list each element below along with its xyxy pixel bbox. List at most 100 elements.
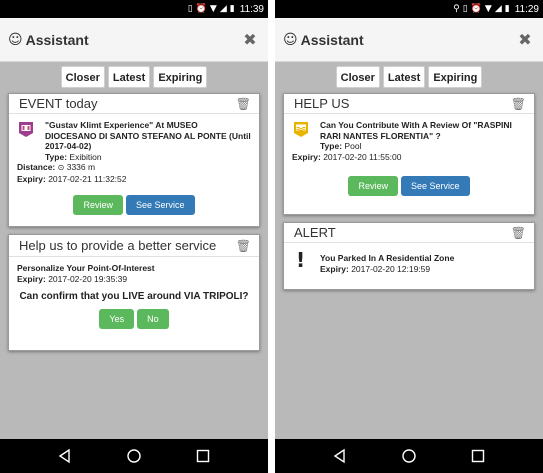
museum-icon xyxy=(19,122,33,137)
status-bar: ▯ ⏰ ▼ ◢ ▮ 11:39 xyxy=(0,0,268,18)
filter-bar: Closer Latest Expiring xyxy=(0,66,268,88)
recents-icon[interactable] xyxy=(467,445,489,467)
event-card-heading: EVENT today xyxy=(19,96,98,111)
status-time: 11:29 xyxy=(514,3,539,15)
distance-value: 3336 m xyxy=(66,162,96,172)
status-bar: ⚲ ▯ ⏰ ▼ ◢ ▮ 11:29 xyxy=(275,0,543,18)
close-icon[interactable]: ✖ xyxy=(515,30,535,49)
alert-card-header: ALERT 🗑 xyxy=(284,223,534,243)
question-actions: Yes No xyxy=(17,308,251,329)
yes-button[interactable]: Yes xyxy=(99,308,135,329)
type-value: Exibition xyxy=(69,151,102,162)
filter-latest-button[interactable]: Latest xyxy=(382,66,426,88)
type-value: Pool xyxy=(344,141,362,151)
app-title: Assistant xyxy=(25,31,89,48)
alert-card-heading: ALERT xyxy=(294,225,336,240)
event-expiry: Expiry: 2017-02-21 11:32:52 xyxy=(17,174,251,185)
expiry-label: Expiry: xyxy=(320,263,349,274)
app-title: Assistant xyxy=(300,31,364,48)
alert-expiry: Expiry: 2017-02-20 12:19:59 xyxy=(320,264,526,275)
type-label: Type: xyxy=(320,141,343,151)
signal-icon: ◢ xyxy=(494,3,502,14)
app-header: ☺ Assistant ✖ xyxy=(275,18,543,62)
smile-icon: ☺ xyxy=(283,31,298,48)
expiry-value: 2017-02-20 19:35:39 xyxy=(48,273,128,284)
wifi-icon: ▼ xyxy=(209,3,217,14)
event-type: Type: Exibition xyxy=(45,152,251,163)
expiry-value: 2017-02-20 11:55:00 xyxy=(323,151,402,162)
trash-icon[interactable]: 🗑 xyxy=(236,239,251,253)
helpus-card-header: HELP US 🗑 xyxy=(284,94,534,114)
trash-icon[interactable]: 🗑 xyxy=(511,97,526,111)
battery-icon: ▮ xyxy=(229,3,235,14)
poi-title: Personalize Your Point-Of-Interest xyxy=(17,263,155,273)
helpus-type: Type: Pool xyxy=(320,141,526,152)
expiry-label: Expiry: xyxy=(17,273,46,284)
filter-latest-button[interactable]: Latest xyxy=(107,66,151,88)
back-icon[interactable] xyxy=(329,445,351,467)
feedback-card: Help us to provide a better service 🗑 Pe… xyxy=(8,234,260,351)
see-service-button[interactable]: See Service xyxy=(400,176,470,196)
trash-icon[interactable]: 🗑 xyxy=(236,97,251,111)
home-icon[interactable] xyxy=(398,445,420,467)
helpus-item: Can You Contribute With A Review Of "RAS… xyxy=(284,114,534,196)
feedback-card-header: Help us to provide a better service 🗑 xyxy=(9,235,259,257)
feedback-expiry: Expiry: 2017-02-20 19:35:39 xyxy=(17,274,251,285)
alert-title: You Parked In A Residential Zone xyxy=(320,253,455,263)
expiry-value: 2017-02-20 12:19:59 xyxy=(351,263,431,274)
recents-icon[interactable] xyxy=(192,445,214,467)
alarm-icon: ⏰ xyxy=(195,3,207,14)
filter-closer-button[interactable]: Closer xyxy=(60,66,105,88)
event-title: "Gustav Klimt Experience" At MUSEO DIOCE… xyxy=(45,120,251,151)
home-icon[interactable] xyxy=(123,445,145,467)
nav-bar xyxy=(275,439,543,473)
see-service-button[interactable]: See Service xyxy=(125,195,195,215)
battery-icon: ▮ xyxy=(504,3,510,14)
trash-icon[interactable]: 🗑 xyxy=(511,226,526,240)
expiry-value: 2017-02-21 11:32:52 xyxy=(48,173,127,184)
distance-label: Distance: xyxy=(17,162,56,172)
app-header: ☺ Assistant ✖ xyxy=(0,18,268,62)
helpus-card-heading: HELP US xyxy=(294,96,350,111)
event-item: "Gustav Klimt Experience" At MUSEO DIOCE… xyxy=(9,114,259,215)
helpus-expiry: Expiry: 2017-02-20 11:55:00 xyxy=(292,152,526,163)
close-icon[interactable]: ✖ xyxy=(240,30,260,49)
target-icon: ⊙ xyxy=(57,163,65,172)
alarm-icon: ⏰ xyxy=(470,3,482,14)
filter-expiring-button[interactable]: Expiring xyxy=(153,66,208,88)
live-question: Can confirm that you LIVE around VIA TRI… xyxy=(19,291,249,302)
review-button[interactable]: Review xyxy=(73,195,123,215)
event-distance: Distance: ⊙ 3336 m xyxy=(17,162,251,174)
vibrate-icon: ▯ xyxy=(462,3,468,14)
helpus-title: Can You Contribute With A Review Of "RAS… xyxy=(320,120,512,141)
alert-card: ALERT 🗑 ! You Parked In A Residential Zo… xyxy=(283,222,535,290)
smile-icon: ☺ xyxy=(8,31,23,48)
filter-bar: Closer Latest Expiring xyxy=(275,66,543,88)
event-card: EVENT today 🗑 "Gustav Klimt Experience" … xyxy=(8,93,260,227)
helpus-card: HELP US 🗑 Can You Contribute With A Revi… xyxy=(283,93,535,215)
no-button[interactable]: No xyxy=(137,308,169,329)
exclamation-icon: ! xyxy=(296,248,306,272)
left-screen: ▯ ⏰ ▼ ◢ ▮ 11:39 ☺ Assistant ✖ Closer Lat… xyxy=(0,0,268,473)
nav-bar xyxy=(0,439,268,473)
event-actions: Review See Service xyxy=(17,195,251,215)
filter-expiring-button[interactable]: Expiring xyxy=(428,66,483,88)
expiry-label: Expiry: xyxy=(292,151,321,162)
vibrate-icon: ▯ xyxy=(187,3,193,14)
feedback-card-heading: Help us to provide a better service xyxy=(19,238,217,253)
right-screen: ⚲ ▯ ⏰ ▼ ◢ ▮ 11:29 ☺ Assistant ✖ Closer L… xyxy=(275,0,543,473)
location-icon: ⚲ xyxy=(453,3,460,14)
feedback-item: Personalize Your Point-Of-Interest Expir… xyxy=(9,257,259,329)
signal-icon: ◢ xyxy=(219,3,227,14)
wifi-icon: ▼ xyxy=(484,3,492,14)
filter-closer-button[interactable]: Closer xyxy=(335,66,380,88)
status-time: 11:39 xyxy=(239,3,264,15)
type-label: Type: xyxy=(45,151,68,162)
review-button[interactable]: Review xyxy=(348,176,398,196)
alert-item: ! You Parked In A Residential Zone Expir… xyxy=(284,243,534,274)
expiry-label: Expiry: xyxy=(17,173,46,184)
helpus-actions: Review See Service xyxy=(292,176,526,196)
pool-icon xyxy=(294,122,308,137)
back-icon[interactable] xyxy=(54,445,76,467)
event-card-header: EVENT today 🗑 xyxy=(9,94,259,114)
